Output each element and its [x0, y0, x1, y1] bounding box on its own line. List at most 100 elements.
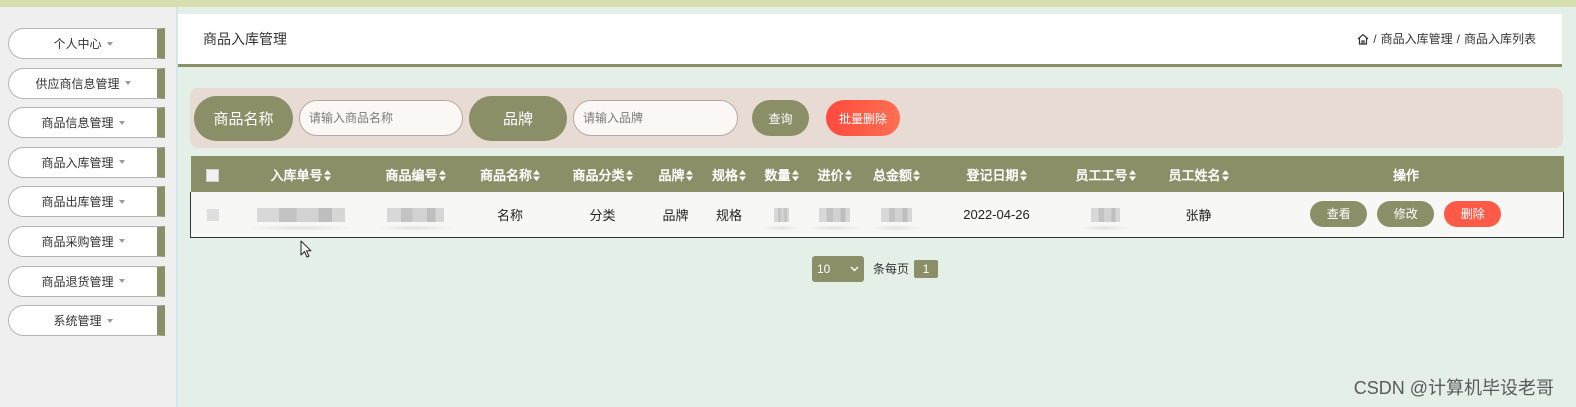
- page-size-value: 10: [817, 262, 831, 276]
- sidebar-item-supplier-info[interactable]: 供应商信息管理: [8, 67, 165, 99]
- breadcrumb-item[interactable]: 商品入库管理: [1381, 14, 1453, 64]
- cell-total-amount: [862, 192, 931, 238]
- page-header: 商品入库管理 / 商品入库管理 / 商品入库列表: [178, 14, 1562, 67]
- select-all-checkbox[interactable]: [206, 168, 219, 182]
- page-title: 商品入库管理: [203, 31, 287, 47]
- col-header-product-code[interactable]: 商品编号: [366, 156, 465, 192]
- col-header-quantity[interactable]: 数量: [756, 156, 807, 192]
- sidebar-item-label: 商品退货管理: [41, 274, 114, 289]
- sort-icon[interactable]: [844, 169, 852, 181]
- sort-icon[interactable]: [1221, 169, 1229, 181]
- col-header-staff-no[interactable]: 员工工号: [1062, 156, 1149, 192]
- col-header-actions: 操作: [1248, 156, 1564, 192]
- col-header-label: 进价: [817, 167, 844, 183]
- batch-delete-button[interactable]: 批量删除: [826, 100, 900, 136]
- sort-icon[interactable]: [533, 169, 540, 181]
- cell-category: 分类: [555, 192, 650, 238]
- sort-icon[interactable]: [625, 169, 633, 181]
- page-size-select[interactable]: 10: [812, 256, 864, 282]
- col-header-label: 商品名称: [479, 167, 532, 183]
- breadcrumb: / 商品入库管理 / 商品入库列表: [1357, 14, 1536, 64]
- col-header-register-date[interactable]: 登记日期: [930, 156, 1063, 192]
- query-button[interactable]: 查询: [752, 100, 809, 136]
- cell-spec: 规格: [701, 192, 757, 238]
- cell-register-date: 2022-04-26: [930, 192, 1063, 238]
- col-header-label: 商品分类: [572, 167, 625, 183]
- col-header-product-name[interactable]: 商品名称: [464, 156, 556, 192]
- stock-in-table: 入库单号 商品编号 商品名称 商品分类 品牌 规格 数量 进价 总金额 登记日期…: [190, 156, 1564, 238]
- col-header-label: 数量: [764, 167, 791, 183]
- redacted-value: [244, 208, 357, 232]
- per-page-label: 条每页: [873, 262, 910, 276]
- redacted-value: [375, 208, 456, 232]
- sidebar-item-stock-out[interactable]: 商品出库管理: [8, 186, 165, 218]
- table-body: 名称 分类 品牌 规格 2022-04-26 张静 查看 修改 删除: [190, 192, 1564, 238]
- product-name-label: 商品名称: [194, 96, 293, 141]
- row-checkbox[interactable]: [206, 209, 219, 222]
- col-header-label: 总金额: [872, 167, 912, 183]
- col-header-staff-name[interactable]: 员工姓名: [1148, 156, 1249, 192]
- col-header-category[interactable]: 商品分类: [555, 156, 650, 192]
- sidebar-item-purchase[interactable]: 商品采购管理: [8, 225, 165, 257]
- table-header-row: 入库单号 商品编号 商品名称 商品分类 品牌 规格 数量 进价 总金额 登记日期…: [190, 156, 1564, 192]
- caret-down-icon: [118, 160, 125, 165]
- sidebar-item-label: 商品出库管理: [41, 195, 114, 210]
- caret-down-icon: [106, 318, 113, 323]
- page-button-current[interactable]: 1: [914, 260, 938, 278]
- col-header-brand[interactable]: 品牌: [649, 156, 702, 192]
- col-header-label: 员工工号: [1075, 167, 1128, 183]
- col-header-label: 规格: [711, 167, 738, 183]
- sidebar-item-label: 个人中心: [53, 37, 102, 51]
- cell-purchase-price: [806, 192, 863, 238]
- view-button[interactable]: 查看: [1310, 201, 1368, 228]
- watermark: CSDN @计算机毕设老哥: [1353, 378, 1554, 398]
- sort-icon[interactable]: [739, 169, 746, 181]
- sidebar-item-label: 供应商信息管理: [35, 76, 120, 91]
- redacted-value: [1079, 208, 1132, 232]
- col-header-purchase-price[interactable]: 进价: [806, 156, 863, 192]
- brand-input[interactable]: [573, 100, 738, 136]
- sort-icon[interactable]: [913, 169, 920, 181]
- col-header-spec[interactable]: 规格: [701, 156, 757, 192]
- col-header-label: 品牌: [658, 167, 685, 183]
- col-header-order-no[interactable]: 入库单号: [234, 156, 367, 192]
- row-actions: 查看 修改 删除: [1249, 201, 1564, 228]
- search-panel: 商品名称 品牌 查询 批量删除: [190, 88, 1563, 148]
- caret-down-icon: [106, 41, 113, 46]
- product-name-input[interactable]: [299, 100, 463, 136]
- caret-down-icon: [118, 120, 125, 125]
- sort-icon[interactable]: [1128, 169, 1136, 181]
- top-strip: [0, 0, 1576, 7]
- sort-icon[interactable]: [323, 169, 331, 181]
- cell-staff-name: 张静: [1148, 192, 1249, 238]
- cell-product-name: 名称: [464, 192, 556, 238]
- sidebar-item-label: 商品入库管理: [41, 155, 114, 170]
- redacted-value: [869, 208, 924, 232]
- col-header-total-amount[interactable]: 总金额: [862, 156, 931, 192]
- sort-icon[interactable]: [1019, 169, 1027, 181]
- sidebar-item-personal-center[interactable]: 个人中心: [8, 28, 165, 59]
- sort-icon[interactable]: [791, 169, 799, 181]
- table-row: 名称 分类 品牌 规格 2022-04-26 张静 查看 修改 删除: [190, 192, 1564, 238]
- edit-button[interactable]: 修改: [1377, 201, 1435, 228]
- caret-down-icon: [118, 239, 125, 244]
- breadcrumb-separator: /: [1373, 32, 1377, 46]
- sort-icon[interactable]: [685, 169, 693, 181]
- sidebar-item-product-info[interactable]: 商品信息管理: [8, 107, 165, 139]
- col-header-select: [190, 156, 235, 192]
- cell-staff-no: [1062, 192, 1149, 238]
- sort-icon[interactable]: [438, 169, 446, 181]
- sidebar-item-returns[interactable]: 商品退货管理: [8, 265, 165, 297]
- sidebar-item-system[interactable]: 系统管理: [8, 305, 165, 337]
- redacted-value: [807, 208, 862, 232]
- delete-button[interactable]: 删除: [1444, 201, 1502, 228]
- cell-select: [190, 192, 235, 238]
- caret-down-icon: [118, 199, 125, 204]
- sidebar-item-stock-in[interactable]: 商品入库管理: [8, 146, 165, 178]
- sidebar: 个人中心 供应商信息管理 商品信息管理 商品入库管理 商品出库管理 商品采购管理…: [0, 7, 178, 407]
- table-header: 入库单号 商品编号 商品名称 商品分类 品牌 规格 数量 进价 总金额 登记日期…: [190, 156, 1564, 192]
- chevron-down-icon: [850, 266, 859, 272]
- home-icon[interactable]: [1357, 33, 1369, 45]
- breadcrumb-item-current: 商品入库列表: [1463, 32, 1536, 46]
- caret-down-icon: [118, 279, 125, 284]
